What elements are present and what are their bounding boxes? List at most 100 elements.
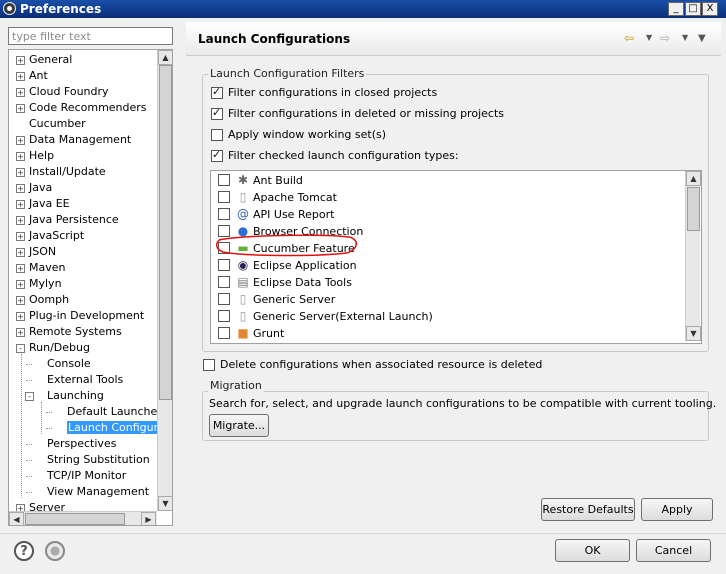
launch-type-row[interactable]: ▤ Eclipse Data Tools xyxy=(211,274,681,291)
launch-type-checkbox[interactable] xyxy=(218,191,230,203)
tree-item[interactable]: Mylyn xyxy=(29,276,62,292)
scroll-up-arrow-icon[interactable]: ▲ xyxy=(158,50,172,65)
tree-item[interactable]: JSON xyxy=(29,244,56,260)
tree-expander-icon[interactable]: + xyxy=(16,200,25,209)
tree-expander-icon[interactable]: + xyxy=(16,152,25,161)
tree-expander-icon[interactable]: + xyxy=(16,168,25,177)
filter-option-label: Filter configurations in closed projects xyxy=(228,86,438,99)
cancel-button[interactable]: Cancel xyxy=(636,539,711,562)
tree-item[interactable]: Ant xyxy=(29,68,48,84)
list-scroll-thumb[interactable] xyxy=(687,187,700,231)
tree-item[interactable]: Remote Systems xyxy=(29,324,122,340)
tree-expander-icon[interactable]: + xyxy=(16,216,25,225)
tree-item[interactable]: Oomph xyxy=(29,292,69,308)
launch-type-row[interactable]: ▯ Generic Server(External Launch) xyxy=(211,308,681,325)
tree-horizontal-scrollbar[interactable]: ◀ ▶ xyxy=(9,511,157,525)
tree-item[interactable]: View Management xyxy=(47,484,149,500)
filter-option-checkbox[interactable] xyxy=(211,129,223,141)
tree-expander-icon[interactable]: + xyxy=(16,88,25,97)
tree-item[interactable]: Install/Update xyxy=(29,164,106,180)
launch-type-checkbox[interactable] xyxy=(218,327,230,339)
filter-option-checkbox[interactable] xyxy=(211,106,223,120)
launch-type-row[interactable]: ✱ Ant Build xyxy=(211,172,681,189)
tree-item[interactable]: JavaScript xyxy=(29,228,84,244)
filter-option-checkbox[interactable] xyxy=(211,148,223,162)
tree-item[interactable]: Launching xyxy=(47,388,104,404)
tree-item[interactable]: Maven xyxy=(29,260,65,276)
launch-type-checkbox[interactable] xyxy=(218,276,230,288)
tree-item[interactable]: Plug-in Development xyxy=(29,308,144,324)
migrate-button[interactable]: Migrate... xyxy=(209,414,269,437)
list-scroll-down-icon[interactable]: ▼ xyxy=(686,326,701,341)
tree-expander-icon[interactable]: - xyxy=(16,344,25,353)
tree-expander-icon[interactable]: + xyxy=(16,184,25,193)
tree-expander-icon[interactable]: + xyxy=(16,280,25,289)
launch-type-checkbox[interactable] xyxy=(218,208,230,220)
delete-config-checkbox[interactable] xyxy=(203,359,215,371)
launch-type-row[interactable]: ◉ Eclipse Application xyxy=(211,257,681,274)
tree-expander-icon[interactable]: + xyxy=(16,232,25,241)
tree-hscroll-thumb[interactable] xyxy=(25,513,125,525)
pane-sash[interactable] xyxy=(176,22,182,532)
tree-scroll-thumb[interactable] xyxy=(159,65,172,400)
help-icon[interactable]: ? xyxy=(14,541,34,561)
tree-item[interactable]: Java xyxy=(29,180,52,196)
scroll-right-arrow-icon[interactable]: ▶ xyxy=(141,512,156,525)
tree-expander-icon[interactable]: + xyxy=(16,72,25,81)
filter-input[interactable] xyxy=(8,27,173,45)
tree-item[interactable]: Data Management xyxy=(29,132,131,148)
launch-type-checkbox[interactable] xyxy=(218,174,230,186)
launch-type-checkbox[interactable] xyxy=(218,293,230,305)
launch-type-row[interactable]: ▯ Generic Server xyxy=(211,291,681,308)
tree-item[interactable]: Run/Debug xyxy=(29,340,90,356)
close-button[interactable]: X xyxy=(702,2,718,16)
tree-item[interactable]: Default Launchers xyxy=(67,404,168,420)
launch-type-checkbox[interactable] xyxy=(218,310,230,322)
tree-expander-icon[interactable]: + xyxy=(16,104,25,113)
tree-item[interactable]: General xyxy=(29,52,72,68)
apply-button[interactable]: Apply xyxy=(641,498,713,521)
ok-button[interactable]: OK xyxy=(555,539,630,562)
launch-type-checkbox[interactable] xyxy=(218,259,230,271)
tree-item[interactable]: External Tools xyxy=(47,372,123,388)
tree-item[interactable]: TCP/IP Monitor xyxy=(47,468,126,484)
tree-item[interactable]: Help xyxy=(29,148,54,164)
oomph-record-icon[interactable] xyxy=(45,541,65,561)
tree-item[interactable]: Perspectives xyxy=(47,436,116,452)
list-scroll-up-icon[interactable]: ▲ xyxy=(686,171,701,186)
tree-expander-icon[interactable]: + xyxy=(16,248,25,257)
tree-item-label: String Substitution xyxy=(47,453,150,466)
restore-defaults-button[interactable]: Restore Defaults xyxy=(541,498,635,521)
ant-icon: ✱ xyxy=(237,173,249,187)
launch-type-row[interactable]: ▯ Apache Tomcat xyxy=(211,189,681,206)
launch-type-row[interactable]: @ API Use Report xyxy=(211,206,681,223)
tree-item[interactable]: String Substitution xyxy=(47,452,150,468)
type-list-scrollbar[interactable]: ▲ ▼ xyxy=(685,171,701,341)
tree-item[interactable]: Cucumber xyxy=(29,116,86,132)
view-menu-icon[interactable]: ▼ xyxy=(698,33,706,44)
tree-expander-icon[interactable]: - xyxy=(25,392,34,401)
back-arrow-icon[interactable]: ⇦ xyxy=(624,31,634,45)
tree-item[interactable]: Console xyxy=(47,356,91,372)
scroll-left-arrow-icon[interactable]: ◀ xyxy=(9,512,24,525)
tree-expander-icon[interactable]: + xyxy=(16,56,25,65)
tree-expander-icon[interactable]: + xyxy=(16,264,25,273)
filter-option-checkbox[interactable] xyxy=(211,85,223,99)
tree-item[interactable]: Code Recommenders xyxy=(29,100,147,116)
minimize-button[interactable]: _ xyxy=(668,2,684,16)
back-dropdown-icon[interactable]: ▼ xyxy=(646,33,652,42)
scroll-down-arrow-icon[interactable]: ▼ xyxy=(158,496,172,511)
forward-dropdown-icon[interactable]: ▼ xyxy=(682,33,688,42)
launch-type-row[interactable]: ■ Grunt xyxy=(211,325,681,342)
tree-item[interactable]: Java Persistence xyxy=(29,212,119,228)
tree-vertical-scrollbar[interactable]: ▲ ▼ xyxy=(157,50,172,511)
tree-expander-icon[interactable]: + xyxy=(16,296,25,305)
tree-item[interactable]: Cloud Foundry xyxy=(29,84,109,100)
tree-expander-icon[interactable]: + xyxy=(16,312,25,321)
tree-item[interactable]: Java EE xyxy=(29,196,70,212)
forward-arrow-icon[interactable]: ⇨ xyxy=(660,31,670,45)
tree-expander-icon[interactable]: + xyxy=(16,328,25,337)
maximize-button[interactable]: □ xyxy=(685,2,701,16)
tree-item[interactable]: Launch Configurat xyxy=(67,420,171,436)
tree-expander-icon[interactable]: + xyxy=(16,136,25,145)
